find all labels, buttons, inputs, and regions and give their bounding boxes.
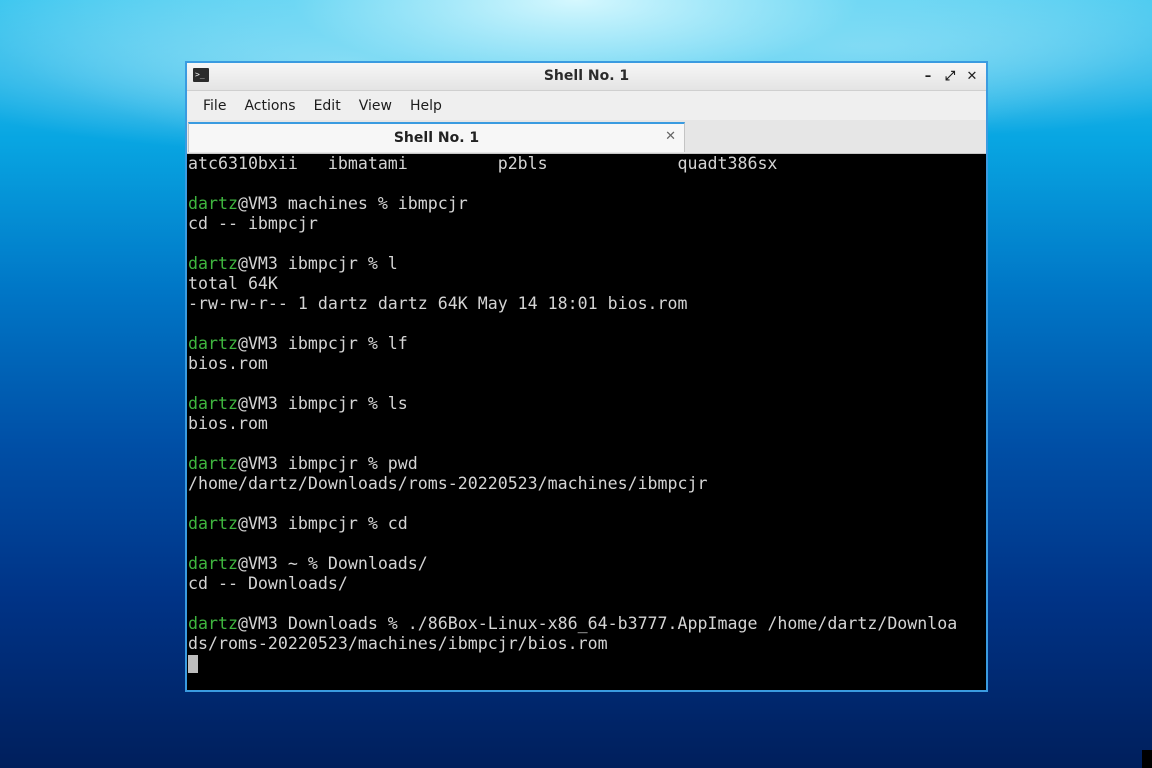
minimize-icon[interactable]: – — [920, 69, 936, 85]
terminal-line: dartz@VM3 ibmpcjr % l — [188, 254, 986, 274]
terminal-line: -rw-rw-r-- 1 dartz dartz 64K May 14 18:0… — [188, 294, 986, 314]
terminal-lines: atc6310bxii ibmatami p2bls quadt386sx dar… — [187, 154, 986, 674]
maximize-icon[interactable]: ⤢ — [942, 69, 958, 85]
prompt-user: dartz — [188, 334, 238, 353]
output-text: total 64K — [188, 274, 278, 293]
prompt-user: dartz — [188, 254, 238, 273]
prompt-user: dartz — [188, 614, 238, 633]
output-text: ds/roms-20220523/machines/ibmpcjr/bios.r… — [188, 634, 608, 653]
prompt-command: @VM3 ~ % Downloads/ — [237, 554, 428, 573]
window-controls: – ⤢ ✕ — [920, 63, 980, 90]
output-text: cd -- ibmpcjr — [188, 214, 318, 233]
menu-view[interactable]: View — [351, 94, 400, 118]
prompt-user: dartz — [188, 454, 238, 473]
prompt-user: dartz — [188, 194, 238, 213]
terminal-cursor-line — [188, 654, 986, 674]
menu-file[interactable]: File — [195, 94, 234, 118]
terminal-line: cd -- ibmpcjr — [188, 214, 986, 234]
screen-corner-block — [1142, 750, 1152, 768]
tab-label: Shell No. 1 — [393, 130, 480, 146]
prompt-command: @VM3 machines % ibmpcjr — [237, 194, 468, 213]
window-titlebar[interactable]: >_ Shell No. 1 – ⤢ ✕ — [187, 63, 986, 91]
prompt-command: @VM3 ibmpcjr % pwd — [237, 454, 418, 473]
terminal-line: dartz@VM3 ~ % Downloads/ — [188, 554, 986, 574]
menu-actions[interactable]: Actions — [236, 94, 303, 118]
terminal-line: dartz@VM3 Downloads % ./86Box-Linux-x86_… — [188, 614, 986, 634]
menu-bar: File Actions Edit View Help — [187, 91, 986, 120]
prompt-user: dartz — [188, 554, 238, 573]
terminal-line: bios.rom — [188, 354, 986, 374]
terminal-line: dartz@VM3 ibmpcjr % pwd — [188, 454, 986, 474]
terminal-line: total 64K — [188, 274, 986, 294]
menu-help[interactable]: Help — [402, 94, 450, 118]
terminal-line: cd -- Downloads/ — [188, 574, 986, 594]
prompt-command: @VM3 ibmpcjr % l — [237, 254, 398, 273]
terminal-line: /home/dartz/Downloads/roms-20220523/mach… — [188, 474, 986, 494]
output-text: bios.rom — [188, 354, 268, 373]
tab-bar: Shell No. 1 ✕ — [187, 120, 986, 154]
output-text: bios.rom — [188, 414, 268, 433]
terminal-line: dartz@VM3 machines % ibmpcjr — [188, 194, 986, 214]
output-text: /home/dartz/Downloads/roms-20220523/mach… — [188, 474, 708, 493]
prompt-command: @VM3 ibmpcjr % lf — [237, 334, 408, 353]
terminal-output[interactable]: atc6310bxii ibmatami p2bls quadt386sx dar… — [187, 154, 986, 690]
prompt-command: @VM3 ibmpcjr % cd — [237, 514, 408, 533]
output-text: cd -- Downloads/ — [188, 574, 348, 593]
menu-edit[interactable]: Edit — [306, 94, 349, 118]
terminal-line: bios.rom — [188, 414, 986, 434]
terminal-line: dartz@VM3 ibmpcjr % ls — [188, 394, 986, 414]
terminal-cursor — [188, 655, 198, 673]
prompt-user: dartz — [188, 514, 238, 533]
terminal-line: ds/roms-20220523/machines/ibmpcjr/bios.r… — [188, 634, 986, 654]
close-icon[interactable]: ✕ — [964, 69, 980, 85]
tab-shell-1[interactable]: Shell No. 1 ✕ — [188, 122, 685, 152]
prompt-user: dartz — [188, 394, 238, 413]
terminal-line: dartz@VM3 ibmpcjr % cd — [188, 514, 986, 534]
tab-close-icon[interactable]: ✕ — [665, 129, 676, 145]
output-text: -rw-rw-r-- 1 dartz dartz 64K May 14 18:0… — [188, 294, 688, 313]
terminal-line: atc6310bxii ibmatami p2bls quadt386sx — [188, 154, 986, 174]
prompt-command: @VM3 ibmpcjr % ls — [237, 394, 408, 413]
terminal-window: >_ Shell No. 1 – ⤢ ✕ File Actions Edit V… — [185, 61, 988, 692]
window-title: Shell No. 1 — [543, 68, 630, 84]
output-text: atc6310bxii ibmatami p2bls quadt386sx — [188, 154, 778, 173]
terminal-line: dartz@VM3 ibmpcjr % lf — [188, 334, 986, 354]
prompt-command: @VM3 Downloads % ./86Box-Linux-x86_64-b3… — [237, 614, 958, 633]
